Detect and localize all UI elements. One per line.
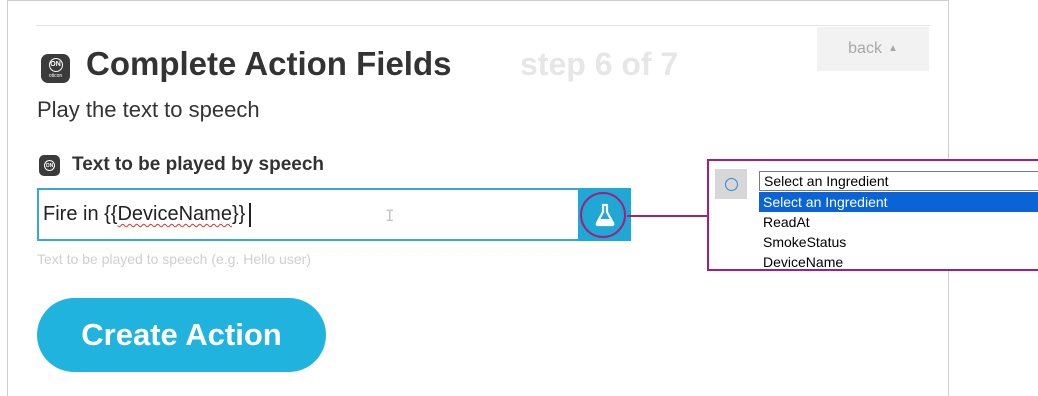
page-title: Complete Action Fields — [86, 45, 452, 82]
create-action-button[interactable]: Create Action — [37, 298, 326, 372]
divider — [36, 25, 930, 26]
step-indicator: step 6 of 7 — [520, 46, 679, 82]
page-subtitle: Play the text to speech — [37, 97, 260, 122]
app-logo-badge: ON — [48, 58, 63, 72]
back-button-label: back — [848, 40, 882, 57]
ingredient-picker-icon — [715, 169, 747, 199]
field-app-icon: ON — [39, 155, 60, 176]
app-logo-brand: oticon — [48, 73, 63, 79]
ingredient-option[interactable]: ReadAt — [759, 212, 1038, 232]
input-text-suffix: }} — [231, 203, 246, 225]
text-cursor — [249, 202, 252, 227]
field-app-icon-badge: ON — [44, 160, 55, 171]
highlight-circle — [580, 192, 626, 238]
speech-text-input[interactable]: Fire in {{DeviceName}} I — [37, 188, 578, 241]
ingredient-option[interactable]: Select an Ingredient — [759, 192, 1038, 212]
page: back ▲ ON oticon Complete Action Fields … — [0, 0, 1038, 396]
callout-connector — [627, 215, 708, 217]
ingredient-option[interactable]: SmokeStatus — [759, 232, 1038, 252]
ingredient-options: Select an Ingredient ReadAt SmokeStatus … — [759, 192, 1038, 272]
caret-up-icon: ▲ — [887, 42, 898, 54]
field-helper-text: Text to be played to speech (e.g. Hello … — [37, 251, 311, 267]
input-text-prefix: Fire in {{ — [43, 203, 118, 225]
ingredient-option[interactable]: DeviceName — [759, 252, 1038, 272]
ingredient-select[interactable]: Select an Ingredient — [759, 171, 1038, 191]
back-button[interactable]: back ▲ — [817, 27, 929, 71]
ingredient-callout: Select an Ingredient Select an Ingredien… — [707, 159, 1038, 271]
app-logo-icon: ON oticon — [41, 54, 70, 83]
ibeam-cursor-icon: I — [385, 206, 395, 225]
field-label: Text to be played by speech — [72, 154, 325, 175]
circle-icon — [724, 177, 738, 191]
input-text-token: DeviceName — [117, 203, 232, 225]
